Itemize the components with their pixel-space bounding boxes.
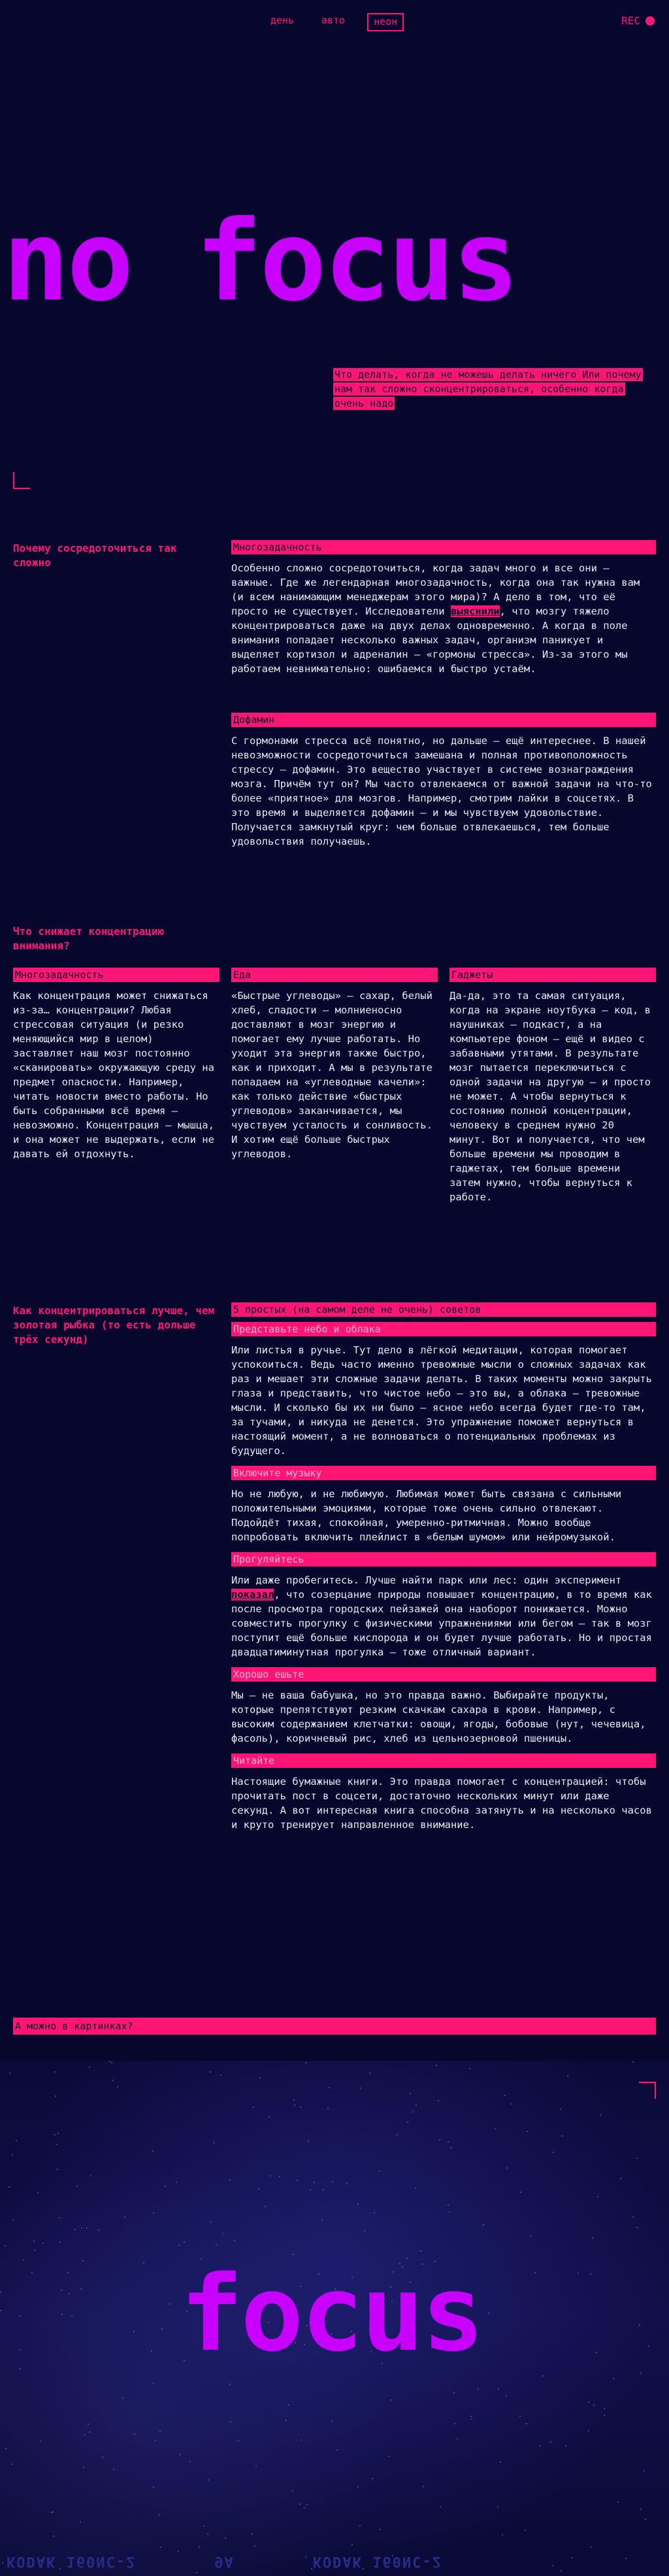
hero-subtitle-text: Что делать, когда не можешь делать ничег… [333,368,643,410]
film-mark: KODAK 160NC-2 [7,2553,137,2569]
nav-item-day[interactable]: день [265,13,299,31]
hero-title: no focus [3,197,519,326]
rec-indicator: REC [621,14,655,27]
tip-text-music: Но не любую, и не любимую. Любимая может… [231,1488,622,1543]
film-mark: 9A [214,2553,235,2569]
block-heading: Многозадачность [231,540,656,554]
photo-title: focus [180,2252,485,2375]
section1-block-dopamine: Дофамин С гормонами стресса всё понятно,… [231,713,656,849]
section-question-how: Как концентрироваться лучше, чем золотая… [13,1304,215,1346]
col-text: «Быстрые углеводы» — сахар, белый хлеб, … [231,990,432,1160]
block-text: Особенно сложно сосредоточиться, когда з… [231,562,640,675]
top-nav: день авто неон [0,13,669,31]
tip-text-sky: Или листья в ручье. Тут дело в лёгкой ме… [231,1344,652,1457]
link-found-out[interactable]: выяснили [450,605,500,617]
tip-heading-music: Включите музыку [231,1466,656,1480]
tip-text-read: Настоящие бумажные книги. Это правда пом… [231,1776,652,1831]
tip-heading-walk: Прогуляйтесь [231,1552,656,1567]
block-text: С гормонами стресса всё понятно, но даль… [231,735,652,847]
nav-item-neon[interactable]: неон [367,13,404,31]
link-showed[interactable]: показал [231,1589,274,1601]
col-heading: Еда [231,968,438,982]
col-heading: Многозадачность [13,968,220,982]
tip-text-eat: Мы — не ваша бабушка, но это правда важн… [231,1689,646,1744]
section2-col-food: Еда «Быстрые углеводы» — сахар, белый хл… [231,968,438,1161]
rec-label: REC [621,14,640,27]
hero-subtitle: Что делать, когда не можешь делать ничег… [333,367,656,411]
block-heading: Дофамин [231,713,656,727]
film-edge-marks: KODAK 160NC-2 9A KODAK 160NC-2 [0,2547,669,2576]
tips-title: 5 простых (на самом деле не очень) совет… [231,1302,656,1317]
film-mark: KODAK 160NC-2 [312,2553,442,2569]
section1-block-multitasking: Многозадачность Особенно сложно сосредот… [231,540,656,676]
section-question-pictures: А можно в картинках? [13,2018,656,2035]
tip-text-walk: Или даже пробегитесь. Лучше найти парк и… [231,1574,652,1658]
tip-heading-read: Читайте [231,1754,656,1768]
col-text: Да-да, это та самая ситуация, когда на э… [449,990,651,1203]
tip-heading-eat: Хорошо ешьте [231,1667,656,1682]
corner-bracket-icon [639,2082,656,2099]
nav-item-auto[interactable]: авто [316,13,350,31]
section2-col-multitasking: Многозадачность Как концентрация может с… [13,968,220,1161]
tip-heading-sky: Представьте небо и облака [231,1322,656,1336]
section3-tips: 5 простых (на самом деле не очень) совет… [231,1302,656,1832]
section2-col-gadgets: Гаджеты Да-да, это та самая ситуация, ко… [449,968,656,1204]
col-heading: Гаджеты [449,968,656,982]
record-dot-icon [645,16,655,25]
section-question-why: Почему сосредоточиться так сложно [13,542,177,569]
section-question-what-reduces: Что снижает концентрацию внимания? [13,925,165,952]
col-text: Как концентрация может снижаться из-за… … [13,990,214,1160]
corner-bracket-icon [13,472,30,489]
